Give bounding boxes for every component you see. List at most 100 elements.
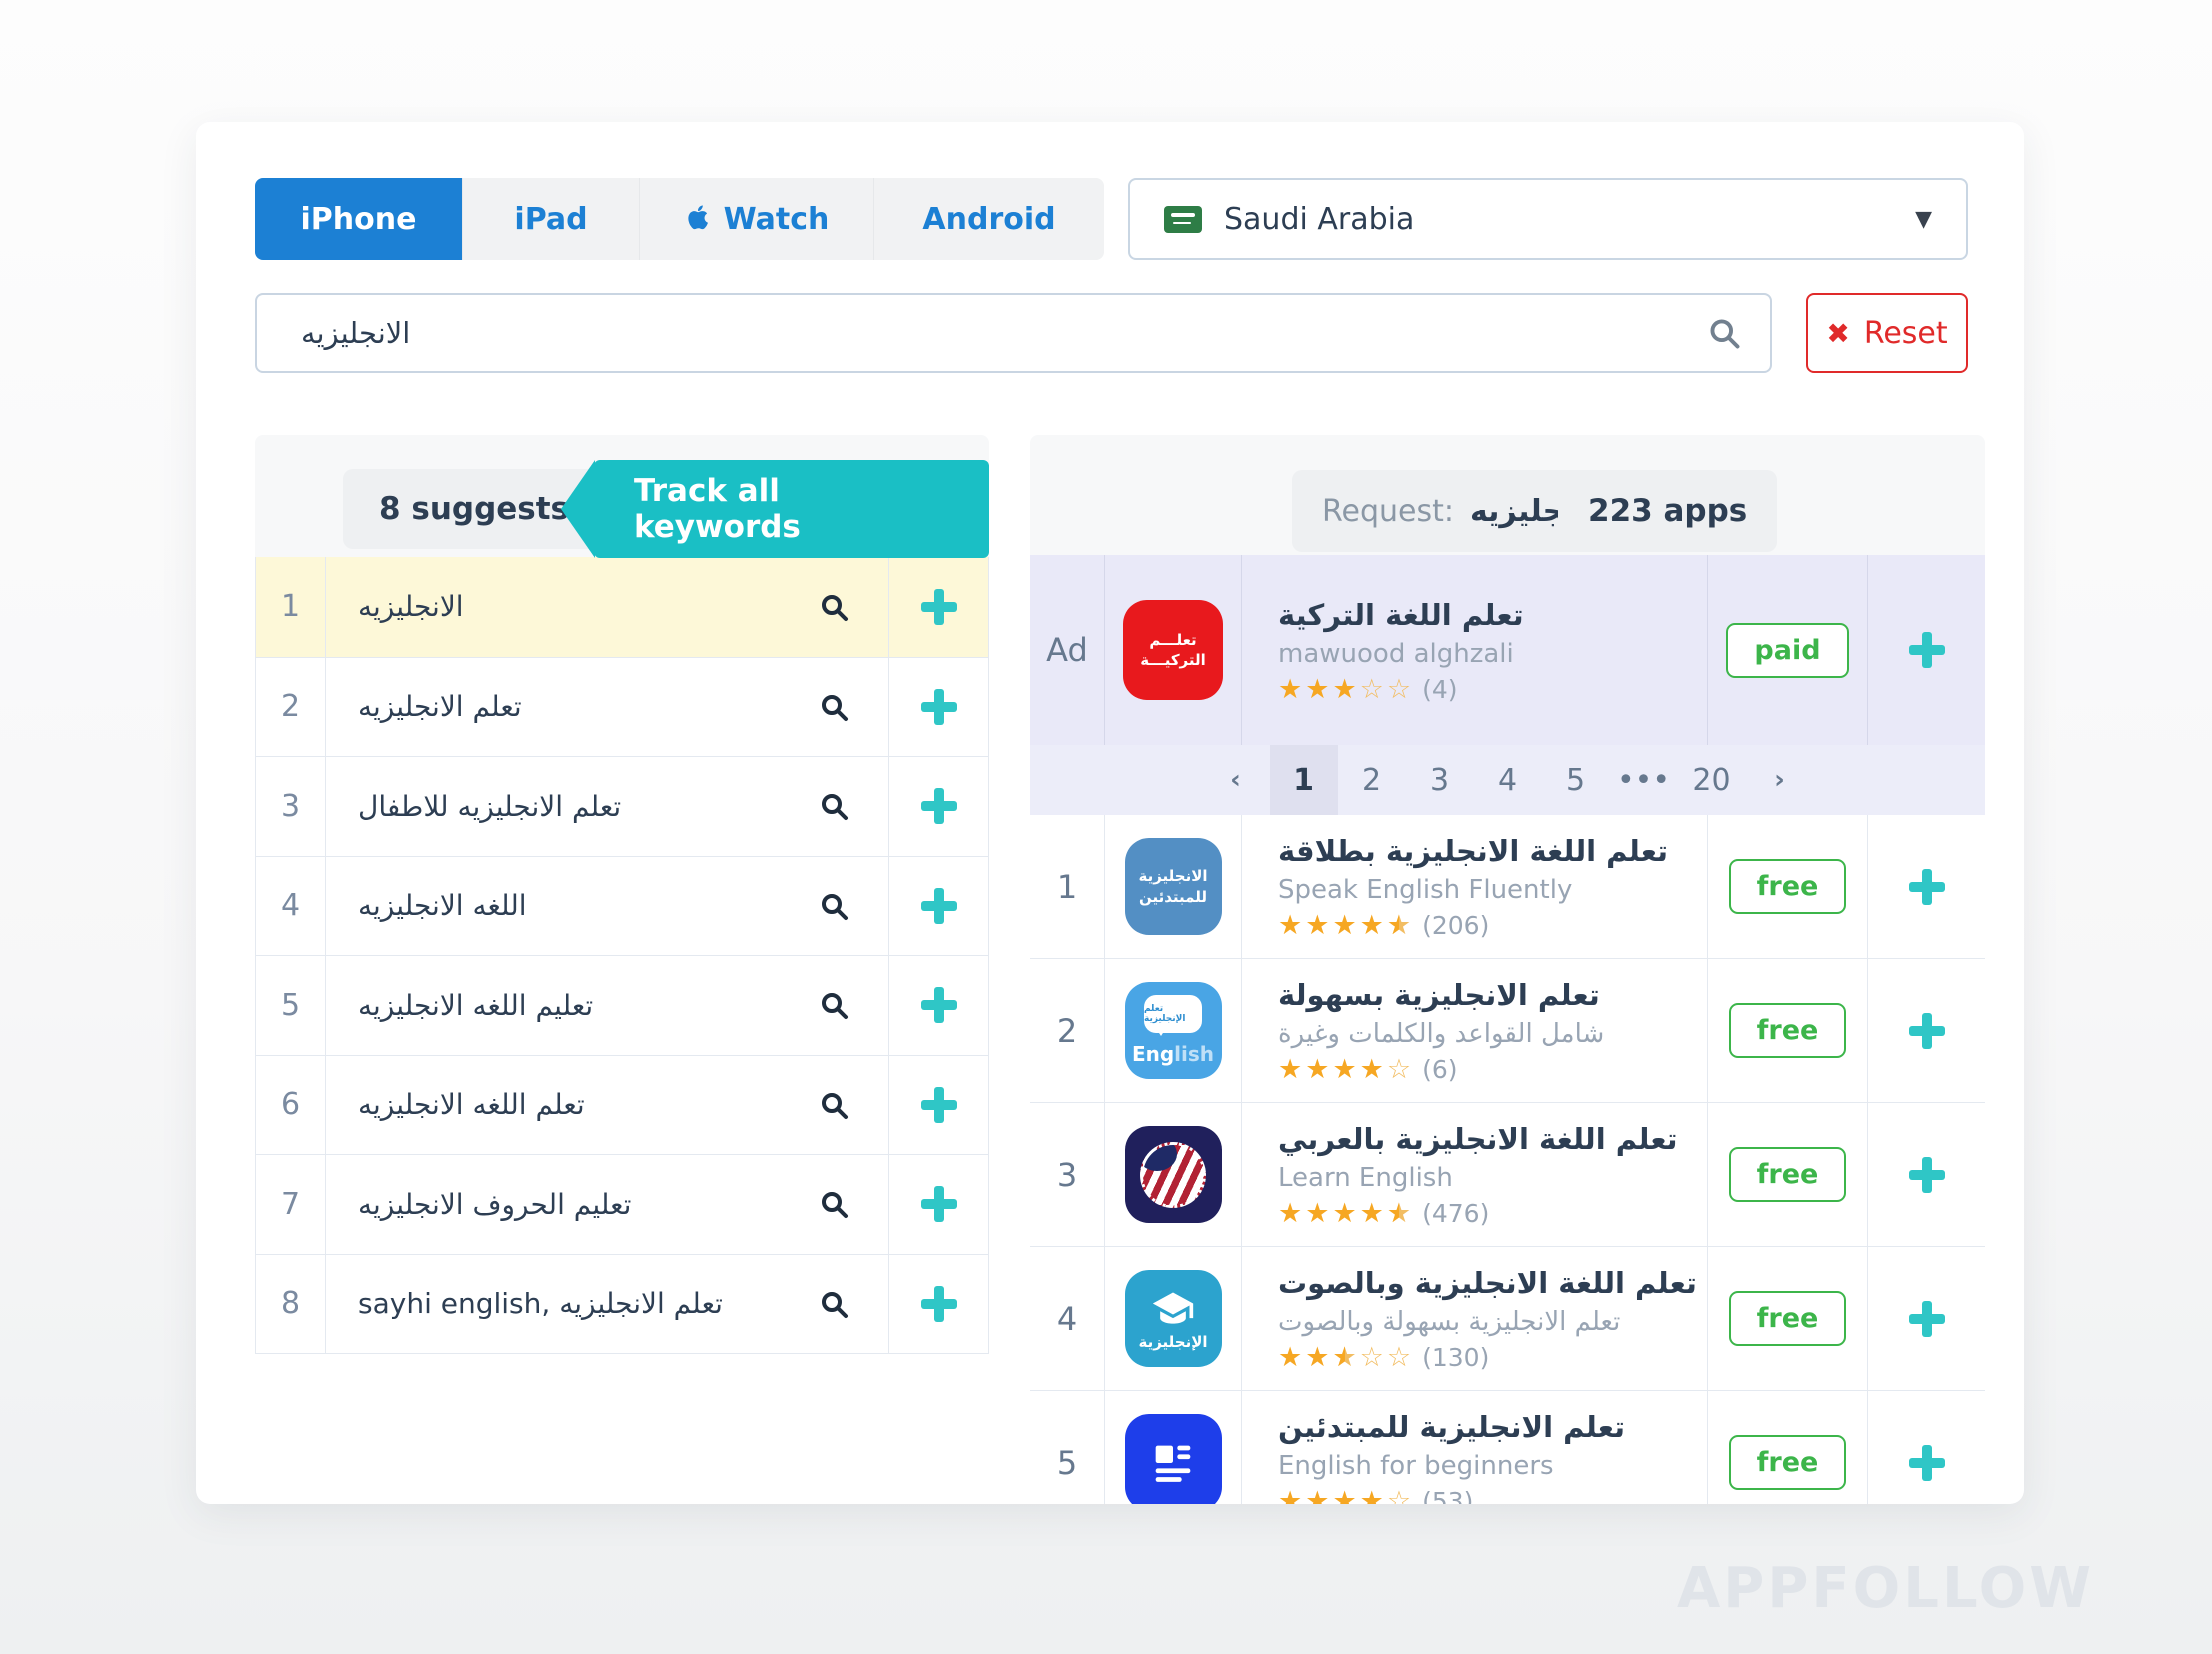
add-keyword-button[interactable] (888, 1056, 988, 1155)
tab-iphone[interactable]: iPhone (255, 178, 463, 260)
pagination-page-20[interactable]: 20 (1678, 745, 1746, 815)
add-keyword-button[interactable] (888, 1155, 988, 1254)
search-keyword-icon[interactable] (818, 989, 850, 1021)
star-icon: ★ (1360, 1056, 1384, 1083)
search-keyword-icon[interactable] (818, 1188, 850, 1220)
plus-icon (1909, 632, 1945, 668)
suggest-keyword: تعليم اللغه الانجليزيه (358, 989, 593, 1022)
price-badge-cell: free (1708, 1247, 1868, 1390)
track-app-button[interactable] (1868, 1247, 1985, 1390)
app-icon-tile (1125, 1126, 1222, 1223)
suggest-keyword-cell[interactable]: تعليم اللغه الانجليزيه (326, 956, 888, 1055)
suggest-keyword-cell[interactable]: تعلم اللغه الانجليزيه (326, 1056, 888, 1155)
tab-watch[interactable]: Watch (640, 178, 874, 260)
track-app-button[interactable] (1868, 555, 1985, 745)
price-badge-cell: free (1708, 959, 1868, 1102)
suggest-rank: 3 (256, 757, 326, 856)
price-badge-cell: free (1708, 1103, 1868, 1246)
star-icon: ★ (1278, 676, 1302, 703)
app-icon[interactable]: الإنجليزية (1105, 1247, 1242, 1390)
search-icon[interactable] (1706, 315, 1742, 351)
suggest-keyword-cell[interactable]: تعلم الانجليزيه (326, 658, 888, 757)
app-icon[interactable]: تعلـــمالتركيـــة (1105, 555, 1242, 745)
add-keyword-button[interactable] (888, 557, 988, 657)
platform-tabs: iPhone iPad Watch Android (255, 178, 1104, 260)
pagination-ellipsis[interactable]: ••• (1610, 745, 1678, 815)
suggest-keyword: تعلم الانجليزيه للاطفال (358, 790, 621, 823)
country-name: Saudi Arabia (1224, 202, 1893, 237)
app-rating: ★★★★★★(476) (1278, 1200, 1707, 1227)
plus-icon (921, 589, 957, 625)
add-keyword-button[interactable] (888, 857, 988, 956)
suggest-keyword-cell[interactable]: الانجليزيه (326, 557, 888, 657)
country-select[interactable]: Saudi Arabia ▼ (1128, 178, 1968, 260)
plus-icon (1909, 1301, 1945, 1337)
tab-android[interactable]: Android (874, 178, 1104, 260)
star-icon: ★ (1305, 912, 1329, 939)
track-all-keywords-button[interactable]: Track all keywords (594, 460, 989, 558)
app-rank: Ad (1030, 555, 1105, 745)
search-keyword-icon[interactable] (818, 790, 850, 822)
app-info: تعلم اللغة الانجليزية بالعربي Learn Engl… (1242, 1103, 1708, 1246)
app-icon[interactable]: تعلم الإنجليزيةEnglish (1105, 959, 1242, 1102)
results-table: 1 الانجليزيةللمبتدئين تعلم اللغة الانجلي… (1030, 815, 1985, 1504)
suggest-rank: 5 (256, 956, 326, 1055)
app-icon[interactable] (1105, 1391, 1242, 1504)
app-rating: ★★★☆☆(4) (1278, 676, 1707, 703)
search-keyword-icon[interactable] (818, 1288, 850, 1320)
suggest-keyword-cell[interactable]: تعليم الحروف الانجليزيه (326, 1155, 888, 1254)
search-keyword-icon[interactable] (818, 591, 850, 623)
app-row: 2 تعلم الإنجليزيةEnglish تعلم الانجليزية… (1030, 959, 1985, 1103)
pagination-page-2[interactable]: 2 (1338, 745, 1406, 815)
suggest-keyword-cell[interactable]: تعلم الانجليزيه للاطفال (326, 757, 888, 856)
track-app-button[interactable] (1868, 959, 1985, 1102)
add-keyword-button[interactable] (888, 956, 988, 1055)
track-app-button[interactable] (1868, 815, 1985, 958)
app-info: تعلم اللغة التركية mawuood alghzali ★★★☆… (1242, 555, 1708, 745)
app-row: 1 الانجليزيةللمبتدئين تعلم اللغة الانجلي… (1030, 815, 1985, 959)
app-subtitle: Speak English Fluently (1278, 875, 1707, 905)
suggest-keyword-cell[interactable]: sayhi english, تعلم الانجليزيه (326, 1255, 888, 1354)
star-icon: ★ (1278, 912, 1302, 939)
tab-ipad[interactable]: iPad (463, 178, 640, 260)
pagination-next[interactable]: › (1746, 745, 1814, 815)
track-app-button[interactable] (1868, 1391, 1985, 1504)
add-keyword-button[interactable] (888, 658, 988, 757)
suggest-keyword: الانجليزيه (358, 590, 464, 623)
add-keyword-button[interactable] (888, 757, 988, 856)
price-badge: free (1729, 1147, 1847, 1202)
app-info: تعلم اللغة الانجليزية وبالصوت تعلم الانج… (1242, 1247, 1708, 1390)
app-rating: ★★★★★★(206) (1278, 912, 1707, 939)
app-title: تعلم اللغة الانجليزية بالعربي (1278, 1122, 1707, 1156)
pagination-prev[interactable]: ‹ (1202, 745, 1270, 815)
app-icon[interactable]: الانجليزيةللمبتدئين (1105, 815, 1242, 958)
pagination-page-5[interactable]: 5 (1542, 745, 1610, 815)
price-badge: free (1729, 1291, 1847, 1346)
search-keyword-icon[interactable] (818, 890, 850, 922)
pagination-page-1[interactable]: 1 (1270, 745, 1338, 815)
app-icon-tile: الانجليزيةللمبتدئين (1125, 838, 1222, 935)
reviews-count: (130) (1422, 1345, 1489, 1370)
price-badge-cell: free (1708, 815, 1868, 958)
price-badge: free (1729, 859, 1847, 914)
star-icon: ☆ (1387, 676, 1411, 703)
price-badge-cell: paid (1708, 555, 1868, 745)
suggest-keyword-cell[interactable]: اللغه الانجليزيه (326, 857, 888, 956)
search-keyword-icon[interactable] (818, 1089, 850, 1121)
search-input[interactable] (257, 316, 1706, 350)
star-icon: ★ (1332, 1200, 1356, 1227)
suggest-keyword: تعلم الانجليزيه (358, 690, 522, 723)
pagination-page-4[interactable]: 4 (1474, 745, 1542, 815)
track-app-button[interactable] (1868, 1103, 1985, 1246)
search-keyword-icon[interactable] (818, 691, 850, 723)
app-subtitle: شامل القواعد والكلمات وغيرة (1278, 1019, 1707, 1049)
pagination-page-3[interactable]: 3 (1406, 745, 1474, 815)
star-icon: ★ (1332, 912, 1356, 939)
app-rank: 5 (1030, 1391, 1105, 1504)
star-icon: ★ (1360, 912, 1384, 939)
request-label: Request: (1322, 494, 1454, 529)
add-keyword-button[interactable] (888, 1255, 988, 1354)
reset-button[interactable]: ✖ Reset (1806, 293, 1968, 373)
app-icon[interactable] (1105, 1103, 1242, 1246)
price-badge: free (1729, 1003, 1847, 1058)
